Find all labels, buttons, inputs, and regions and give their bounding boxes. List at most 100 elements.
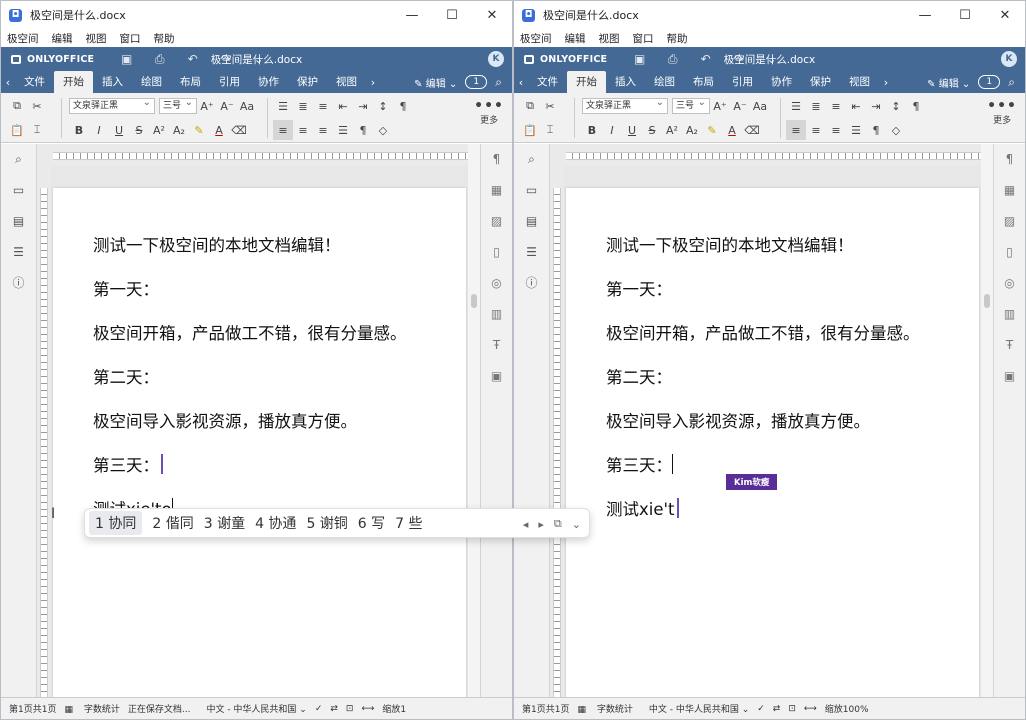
nonprinting-icon[interactable]: ¶	[866, 120, 886, 140]
quick-access-icon[interactable]: ⌄	[755, 52, 788, 67]
tab-0[interactable]: 文件	[528, 71, 567, 93]
language-select[interactable]: 中文 - 中华人民共和国 ⌄	[641, 702, 749, 715]
search-icon[interactable]: ⌕	[495, 75, 502, 90]
chat-icon[interactable]: ▤	[514, 206, 549, 237]
maximize-icon[interactable]: ☐	[945, 1, 985, 29]
ime-candidate[interactable]: 3 谢童	[204, 513, 245, 533]
align-left-icon[interactable]: ≡	[273, 120, 293, 140]
doc-paragraph[interactable]: 极空间导入影视资源，播放真方便。	[93, 408, 357, 432]
print-icon[interactable]: ⎙	[656, 52, 689, 67]
ime-candidate[interactable]: 2 偕同	[152, 513, 193, 533]
tab-5[interactable]: 引用	[210, 71, 249, 93]
paragraph-settings-icon[interactable]: ¶	[994, 144, 1025, 175]
users-count-badge[interactable]: 1	[465, 75, 488, 89]
minimize-icon[interactable]: —	[392, 1, 432, 29]
tab-8[interactable]: 视图	[327, 71, 366, 93]
tabs-scroll-left-icon[interactable]: ‹	[514, 76, 528, 89]
tab-5[interactable]: 引用	[723, 71, 762, 93]
change-case-icon[interactable]: Aa	[237, 96, 257, 116]
font-color-icon[interactable]: A	[209, 120, 229, 140]
save-icon[interactable]: ▣	[110, 52, 143, 67]
fit-width-icon[interactable]: ⟷	[804, 704, 817, 714]
tab-2[interactable]: 插入	[93, 71, 132, 93]
ime-candidate[interactable]: 7 些	[395, 513, 422, 533]
menu-item-4[interactable]: 帮助	[667, 31, 688, 46]
doc-paragraph[interactable]: 第一天：	[606, 276, 672, 300]
navigation-icon[interactable]: ☰	[514, 237, 549, 268]
textart-settings-icon[interactable]: Ŧ	[994, 330, 1025, 361]
undo-icon[interactable]: ↶	[689, 52, 722, 67]
tab-4[interactable]: 布局	[171, 71, 210, 93]
clear-style-icon[interactable]: ⌫	[229, 120, 249, 140]
justify-icon[interactable]: ☰	[333, 120, 353, 140]
multilevel-icon[interactable]: ≡	[826, 96, 846, 116]
doc-paragraph[interactable]: 测试一下极空间的本地文档编辑！	[606, 232, 854, 256]
edit-mode-button[interactable]: ✎ 编辑 ⌄	[927, 75, 970, 90]
header-footer-icon[interactable]: ▯	[994, 237, 1025, 268]
tab-3[interactable]: 绘图	[645, 71, 684, 93]
next-page-icon[interactable]: ▸	[538, 518, 544, 531]
paste-icon[interactable]: 📋	[7, 120, 27, 140]
increase-indent-icon[interactable]: ⇥	[353, 96, 373, 116]
numbering-icon[interactable]: ≣	[293, 96, 313, 116]
align-left-icon[interactable]: ≡	[786, 120, 806, 140]
chat-icon[interactable]: ▤	[1, 206, 36, 237]
bold-icon[interactable]: B	[69, 120, 89, 140]
shape-settings-icon[interactable]: ◎	[481, 268, 512, 299]
textart-settings-icon[interactable]: Ŧ	[481, 330, 512, 361]
underline-icon[interactable]: U	[622, 120, 642, 140]
tab-1[interactable]: 开始	[567, 71, 606, 93]
ime-candidate[interactable]: 6 写	[358, 513, 385, 533]
ime-settings-icon[interactable]: ⧉	[554, 517, 562, 531]
typing-line[interactable]: 测试xie't	[606, 496, 679, 520]
tab-6[interactable]: 协作	[249, 71, 288, 93]
font-color-icon[interactable]: A	[722, 120, 742, 140]
minimize-icon[interactable]: —	[905, 1, 945, 29]
bullets-icon[interactable]: ☰	[786, 96, 806, 116]
prev-page-icon[interactable]: ◂	[523, 518, 529, 531]
avatar[interactable]: K	[488, 51, 504, 67]
close-icon[interactable]: ✕	[985, 1, 1025, 29]
wordcount-button[interactable]: ▦ 字数统计	[577, 702, 632, 715]
tabs-scroll-right-icon[interactable]: ›	[366, 76, 380, 89]
spellcheck-icon[interactable]: ✓	[757, 704, 765, 714]
increase-indent-icon[interactable]: ⇥	[866, 96, 886, 116]
comments-icon[interactable]: ▭	[514, 175, 549, 206]
menu-item-1[interactable]: 编辑	[52, 31, 73, 46]
paste-icon[interactable]: 📋	[520, 120, 540, 140]
italic-icon[interactable]: I	[602, 120, 622, 140]
doc-paragraph[interactable]: 第一天：	[93, 276, 159, 300]
nonprinting-icon[interactable]: ¶	[353, 120, 373, 140]
tab-7[interactable]: 保护	[288, 71, 327, 93]
image-settings-icon[interactable]: ▨	[994, 206, 1025, 237]
search-icon[interactable]: ⌕	[1008, 75, 1015, 90]
fit-page-icon[interactable]: ⊡	[788, 704, 796, 714]
font-size-select[interactable]: 三号	[672, 96, 710, 114]
tab-2[interactable]: 插入	[606, 71, 645, 93]
ime-candidate[interactable]: 5 谢铜	[306, 513, 347, 533]
wordcount-button[interactable]: ▦ 字数统计	[64, 702, 119, 715]
format-painter-icon[interactable]: ⌶	[540, 120, 560, 140]
font-family-select[interactable]: 文泉驿正黑	[582, 96, 668, 114]
strikethrough-icon[interactable]: S	[129, 120, 149, 140]
comments-icon[interactable]: ▭	[1, 175, 36, 206]
italic-icon[interactable]: I	[89, 120, 109, 140]
language-select[interactable]: 中文 - 中华人民共和国 ⌄	[198, 702, 306, 715]
info-icon[interactable]: ⓘ	[1, 268, 36, 299]
format-painter-icon[interactable]: ⌶	[27, 120, 47, 140]
form-settings-icon[interactable]: ▣	[994, 361, 1025, 392]
avatar[interactable]: K	[1001, 51, 1017, 67]
shading-icon[interactable]: ◇	[373, 120, 393, 140]
bullets-icon[interactable]: ☰	[273, 96, 293, 116]
cut-icon[interactable]: ✂	[27, 96, 47, 116]
track-changes-icon[interactable]: ⇄	[330, 704, 338, 714]
justify-icon[interactable]: ☰	[846, 120, 866, 140]
numbering-icon[interactable]: ≣	[806, 96, 826, 116]
paragraph-mark-icon[interactable]: ¶	[906, 96, 926, 116]
cut-icon[interactable]: ✂	[540, 96, 560, 116]
fit-width-icon[interactable]: ⟷	[361, 704, 374, 714]
doc-paragraph[interactable]: 极空间导入影视资源，播放真方便。	[606, 408, 870, 432]
redo-icon[interactable]: ↷	[722, 52, 755, 67]
vertical-scrollbar[interactable]	[981, 144, 993, 697]
font-grow-icon[interactable]: A⁺	[197, 96, 217, 116]
